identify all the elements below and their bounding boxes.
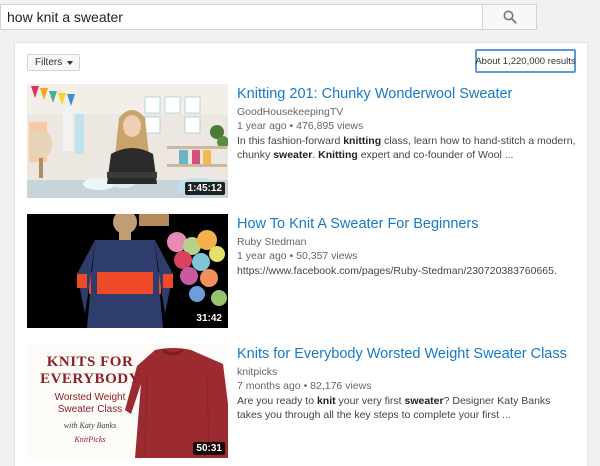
thumbnail-caption: KNITS FOR EVERYBODY Worsted Weight Sweat…	[35, 354, 145, 444]
thumbnail-caption-line: KNITS FOR	[46, 354, 134, 370]
video-title[interactable]: How To Knit A Sweater For Beginners	[237, 214, 577, 234]
video-duration: 31:42	[193, 312, 225, 325]
highlighted-term: knit	[316, 395, 336, 407]
result-meta: Knits for Everybody Worsted Weight Sweat…	[237, 344, 577, 422]
channel-name[interactable]: knitpicks	[237, 365, 577, 379]
search-button[interactable]	[482, 4, 537, 30]
search-icon	[503, 10, 517, 24]
result-meta: How To Knit A Sweater For Beginners Ruby…	[237, 214, 577, 278]
video-duration: 50:31	[193, 442, 225, 455]
upload-age: 1 year ago	[237, 250, 287, 262]
video-stats: 7 months ago • 82,176 views	[237, 379, 577, 393]
search-input[interactable]	[0, 4, 484, 30]
results-panel: Filters About 1,220,000 results 1:45:12 …	[14, 42, 588, 466]
caret-down-icon	[67, 60, 74, 65]
result-count: About 1,220,000 results	[475, 49, 576, 73]
view-count: 82,176 views	[310, 380, 372, 392]
highlighted-term: knitting	[343, 135, 382, 147]
video-duration: 1:45:12	[184, 182, 225, 195]
highlighted-term: sweater	[273, 149, 313, 161]
filters-button[interactable]: Filters	[27, 54, 80, 71]
description-text: In this fashion-forward	[237, 135, 344, 147]
channel-name[interactable]: Ruby Stedman	[237, 235, 577, 249]
knitpicks-logo: KnitPicks	[74, 435, 106, 444]
view-count: 50,357 views	[296, 250, 358, 262]
description-text: expert and co-founder of Wool ...	[357, 149, 514, 161]
top-bar	[0, 0, 600, 37]
result-meta: Knitting 201: Chunky Wonderwool Sweater …	[237, 84, 577, 162]
video-thumbnail[interactable]: 31:42	[27, 214, 228, 328]
video-thumbnail[interactable]: KNITS FOR EVERYBODY Worsted Weight Sweat…	[27, 344, 228, 458]
channel-name[interactable]: GoodHousekeepingTV	[237, 105, 577, 119]
video-title[interactable]: Knitting 201: Chunky Wonderwool Sweater	[237, 84, 577, 104]
view-count: 476,895 views	[296, 120, 364, 132]
video-description: Are you ready to knit your very first sw…	[237, 394, 577, 422]
thumbnail-image	[27, 214, 228, 328]
filters-label: Filters	[35, 57, 63, 68]
thumbnail-caption-line: Sweater Class	[57, 404, 123, 415]
thumbnail-caption-line: EVERYBODY	[40, 371, 140, 387]
description-text: your very first	[335, 395, 405, 407]
thumbnail-image	[27, 84, 228, 198]
video-description: https://www.facebook.com/pages/Ruby-Sted…	[237, 264, 577, 278]
result-item: 31:42 How To Knit A Sweater For Beginner…	[27, 214, 579, 330]
result-item: 1:45:12 Knitting 201: Chunky Wonderwool …	[27, 84, 579, 200]
video-stats: 1 year ago • 50,357 views	[237, 249, 577, 263]
video-description: In this fashion-forward knitting class, …	[237, 134, 577, 162]
video-title[interactable]: Knits for Everybody Worsted Weight Sweat…	[237, 344, 577, 364]
result-item: KNITS FOR EVERYBODY Worsted Weight Sweat…	[27, 344, 579, 460]
description-text: https://www.facebook.com/pages/Ruby-Sted…	[237, 265, 557, 277]
thumbnail-caption-line: with Katy Banks	[63, 421, 117, 430]
upload-age: 1 year ago	[237, 120, 287, 132]
description-text: Are you ready to	[237, 395, 317, 407]
thumbnail-caption-line: Worsted Weight	[54, 392, 126, 403]
video-thumbnail[interactable]: 1:45:12	[27, 84, 228, 198]
highlighted-term: sweater	[404, 395, 444, 407]
video-stats: 1 year ago • 476,895 views	[237, 119, 577, 133]
highlighted-term: Knitting	[318, 149, 358, 161]
upload-age: 7 months ago	[237, 380, 301, 392]
